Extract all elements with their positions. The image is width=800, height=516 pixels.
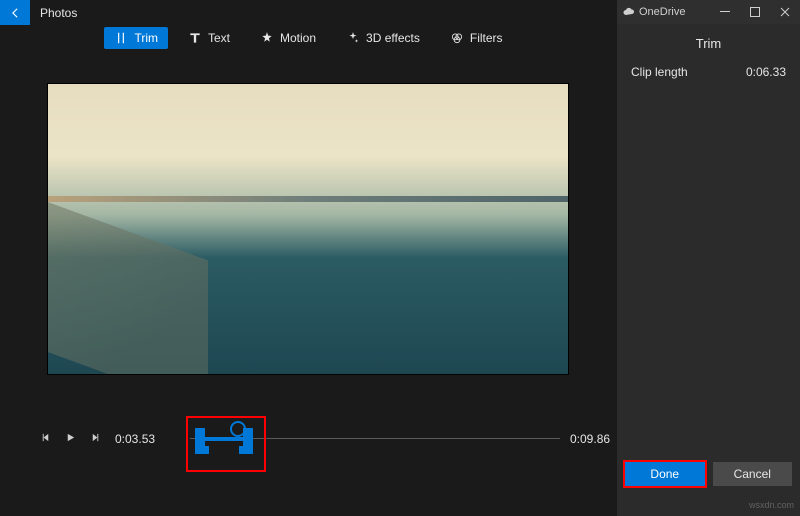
toolbar-trim-label: Trim (134, 31, 158, 45)
done-button[interactable]: Done (625, 462, 705, 486)
trim-icon (114, 31, 128, 45)
motion-icon (260, 31, 274, 45)
end-time: 0:09.86 (570, 432, 610, 446)
clip-length-row: Clip length 0:06.33 (617, 61, 800, 83)
toolbar-filters-label: Filters (470, 31, 503, 45)
transport-bar: 0:03.53 0:09.86 (40, 418, 595, 468)
sparkle-icon (346, 31, 360, 45)
watermark: wsxdn.com (749, 500, 794, 510)
panel-title: Trim (617, 24, 800, 61)
arrow-left-icon (8, 6, 22, 20)
window-titlebar: OneDrive (617, 0, 800, 24)
transport-controls: 0:03.53 (40, 432, 155, 446)
toolbar-3d-effects-label: 3D effects (366, 31, 420, 45)
close-button[interactable] (770, 0, 800, 24)
trim-handle-start[interactable] (195, 428, 205, 450)
cloud-icon (623, 6, 635, 18)
cancel-button-label: Cancel (734, 467, 771, 481)
onedrive-indicator: OneDrive (617, 6, 685, 18)
filters-icon (450, 31, 464, 45)
trim-handle-end[interactable] (243, 428, 253, 450)
video-preview (48, 84, 568, 374)
minimize-button[interactable] (710, 0, 740, 24)
current-time: 0:03.53 (115, 432, 155, 446)
toolbar-trim[interactable]: Trim (104, 27, 168, 49)
toolbar-filters[interactable]: Filters (440, 27, 513, 49)
clip-length-label: Clip length (631, 65, 688, 79)
trim-bar[interactable] (205, 437, 243, 441)
toolbar-3d-effects[interactable]: 3D effects (336, 27, 430, 49)
app-title: Photos (40, 6, 77, 20)
side-panel: OneDrive Trim Clip length 0:06.33 Done C… (617, 0, 800, 516)
toolbar-motion[interactable]: Motion (250, 27, 326, 49)
editor-pane: Photos Trim Text Motion 3D effects Filte… (0, 0, 617, 516)
toolbar-text-label: Text (208, 31, 230, 45)
toolbar-text[interactable]: Text (178, 27, 240, 49)
prev-frame-button[interactable] (40, 432, 51, 446)
done-button-label: Done (650, 467, 679, 481)
maximize-button[interactable] (740, 0, 770, 24)
text-icon (188, 31, 202, 45)
panel-footer: Done Cancel (617, 462, 800, 486)
window-controls (710, 0, 800, 24)
editor-toolbar: Trim Text Motion 3D effects Filters (0, 20, 617, 56)
video-horizon (48, 196, 568, 202)
toolbar-motion-label: Motion (280, 31, 316, 45)
video-foreground (48, 188, 208, 374)
trim-region[interactable] (195, 426, 253, 452)
next-frame-button[interactable] (90, 432, 101, 446)
play-button[interactable] (65, 432, 76, 446)
cancel-button[interactable]: Cancel (713, 462, 793, 486)
clip-length-value: 0:06.33 (746, 65, 786, 79)
onedrive-label: OneDrive (639, 6, 685, 18)
